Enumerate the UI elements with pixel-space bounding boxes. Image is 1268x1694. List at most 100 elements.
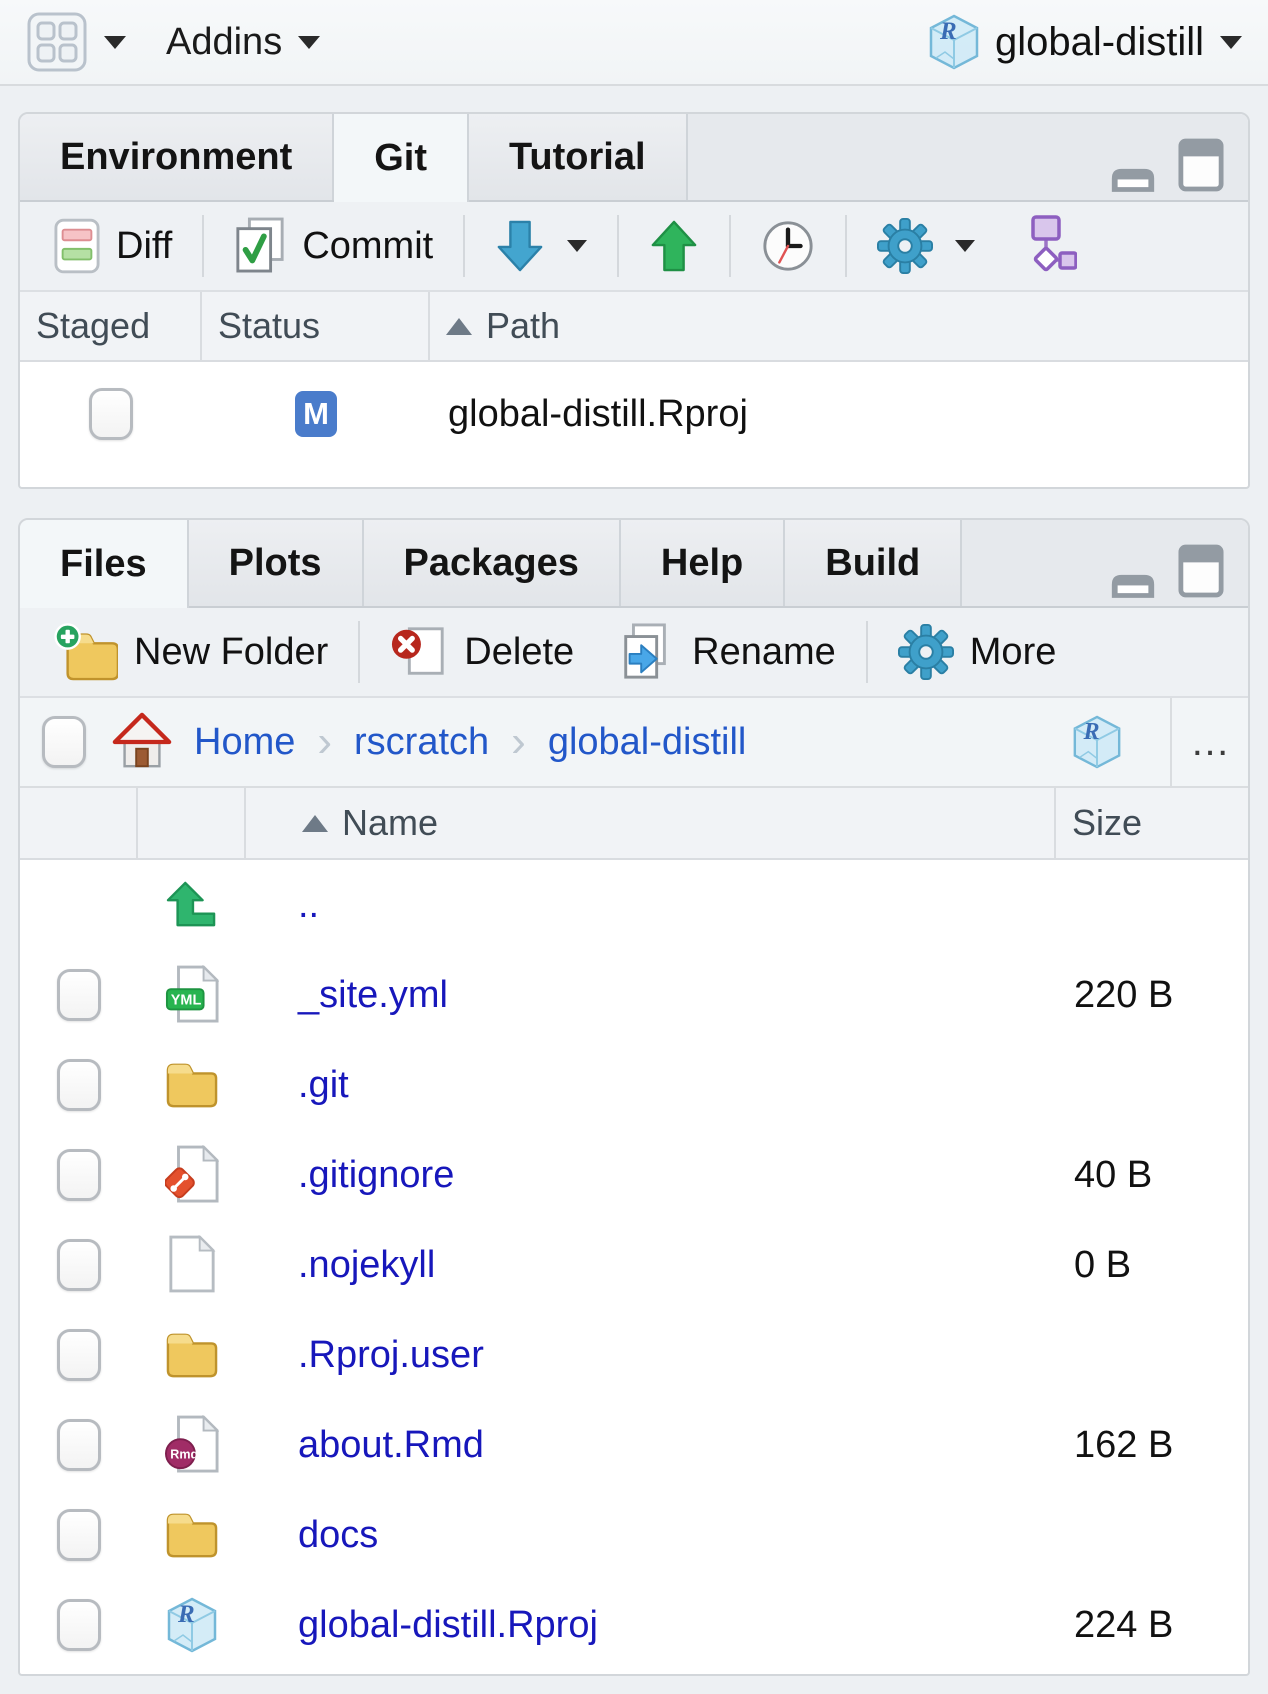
chevron-down-icon [1220,36,1242,49]
files-more-button[interactable]: More [876,624,1079,680]
files-pane-tabstrip: Files Plots Packages Help Build [20,520,1248,608]
header-staged[interactable]: Staged [20,292,202,360]
file-link[interactable]: docs [298,1514,378,1556]
header-checkbox-col [20,788,138,858]
new-folder-button[interactable]: New Folder [32,623,350,681]
file-checkbox[interactable] [57,1329,101,1381]
file-row[interactable]: _site.yml 220 B [20,950,1248,1040]
tab-plots[interactable]: Plots [189,520,364,606]
project-selector[interactable]: global-distill [929,14,1242,70]
maximize-pane-button[interactable] [1178,544,1224,598]
tab-files[interactable]: Files [20,520,189,608]
file-row[interactable]: .Rproj.user [20,1310,1248,1400]
rename-button[interactable]: Rename [596,623,858,681]
minimize-icon [1108,569,1158,598]
file-row[interactable]: docs [20,1490,1248,1580]
project-name: global-distill [995,20,1204,65]
file-link[interactable]: _site.yml [298,974,448,1016]
chevron-down-icon [955,240,975,252]
header-icon-col [138,788,246,858]
file-row[interactable]: .nojekyll 0 B [20,1220,1248,1310]
folder-icon [164,1329,220,1381]
file-link[interactable]: .Rproj.user [298,1334,484,1376]
file-checkbox[interactable] [57,1599,101,1651]
toolbar-separator [617,215,619,277]
file-checkbox[interactable] [57,1149,101,1201]
yml-file-icon [165,965,219,1025]
git-more-button[interactable] [855,218,997,274]
folder-icon [164,1509,220,1561]
breadcrumb-rscratch[interactable]: rscratch [354,721,489,764]
git-file-path: global-distill.Rproj [430,393,748,435]
minimize-pane-button[interactable] [1108,569,1158,598]
rproj-file-icon [167,1597,217,1653]
breadcrumb-home[interactable]: Home [194,721,295,764]
gear-icon [877,218,933,274]
file-link[interactable]: .git [298,1064,349,1106]
tab-help[interactable]: Help [621,520,785,606]
history-button[interactable] [739,219,837,273]
tab-packages[interactable]: Packages [364,520,621,606]
header-path[interactable]: Path [430,292,1248,360]
file-checkbox[interactable] [57,1239,101,1291]
path-ellipsis-button[interactable]: … [1170,698,1248,786]
tab-tutorial[interactable]: Tutorial [469,114,688,200]
commit-button[interactable]: Commit [212,217,455,275]
git-pane: Environment Git Tutorial Diff Commit [18,112,1250,489]
minimize-pane-button[interactable] [1108,163,1158,192]
delete-icon [390,623,448,681]
select-all-checkbox[interactable] [42,716,86,768]
git-file-row[interactable]: M global-distill.Rproj [20,362,1248,466]
minimize-icon [1108,163,1158,192]
file-row[interactable]: global-distill.Rproj 224 B [20,1580,1248,1670]
toolbar-separator [463,215,465,277]
top-toolbar: Addins global-distill [0,0,1268,86]
file-checkbox[interactable] [57,1509,101,1561]
header-size[interactable]: Size [1056,788,1248,858]
diff-icon [54,218,100,274]
file-link[interactable]: global-distill.Rproj [298,1604,598,1646]
pull-arrow-icon [495,218,545,274]
maximize-pane-button[interactable] [1178,138,1224,192]
staged-checkbox[interactable] [89,388,133,440]
tab-build[interactable]: Build [785,520,962,606]
toolbar-separator [202,215,204,277]
git-table-header: Staged Status Path [20,292,1248,362]
file-link[interactable]: .gitignore [298,1154,454,1196]
git-pane-tabstrip: Environment Git Tutorial [20,114,1248,202]
header-status[interactable]: Status [202,292,430,360]
breadcrumb-global-distill[interactable]: global-distill [548,721,747,764]
breadcrumb-chevron-icon: › [317,717,332,767]
rmd-file-icon [165,1415,219,1475]
tab-git[interactable]: Git [334,114,469,202]
push-button[interactable] [627,218,721,274]
file-link[interactable]: .nojekyll [298,1244,435,1286]
push-arrow-icon [649,218,699,274]
addins-button[interactable]: Addins [126,21,320,64]
clock-icon [761,219,815,273]
file-checkbox[interactable] [57,1419,101,1471]
file-link[interactable]: about.Rmd [298,1424,484,1466]
file-row-updir[interactable]: .. [20,860,1248,950]
file-checkbox[interactable] [57,969,101,1021]
branch-button[interactable] [997,215,1099,277]
commit-icon [234,217,286,275]
file-checkbox[interactable] [57,1059,101,1111]
delete-button[interactable]: Delete [368,623,596,681]
file-row[interactable]: about.Rmd 162 B [20,1400,1248,1490]
tab-environment[interactable]: Environment [20,114,334,200]
pane-layout-button[interactable] [26,11,126,73]
pane-layout-grid-icon [26,11,88,73]
pull-button[interactable] [473,218,609,274]
diff-button[interactable]: Diff [32,218,194,274]
file-link[interactable]: .. [298,884,319,926]
home-icon[interactable] [112,712,172,772]
chevron-down-icon [567,240,587,252]
file-icon [167,1235,217,1295]
file-row[interactable]: .gitignore 40 B [20,1130,1248,1220]
toolbar-separator [845,215,847,277]
header-name[interactable]: Name [246,788,1056,858]
files-breadcrumb-bar: Home › rscratch › global-distill … [20,698,1248,788]
file-row[interactable]: .git [20,1040,1248,1130]
maximize-icon [1178,544,1224,598]
